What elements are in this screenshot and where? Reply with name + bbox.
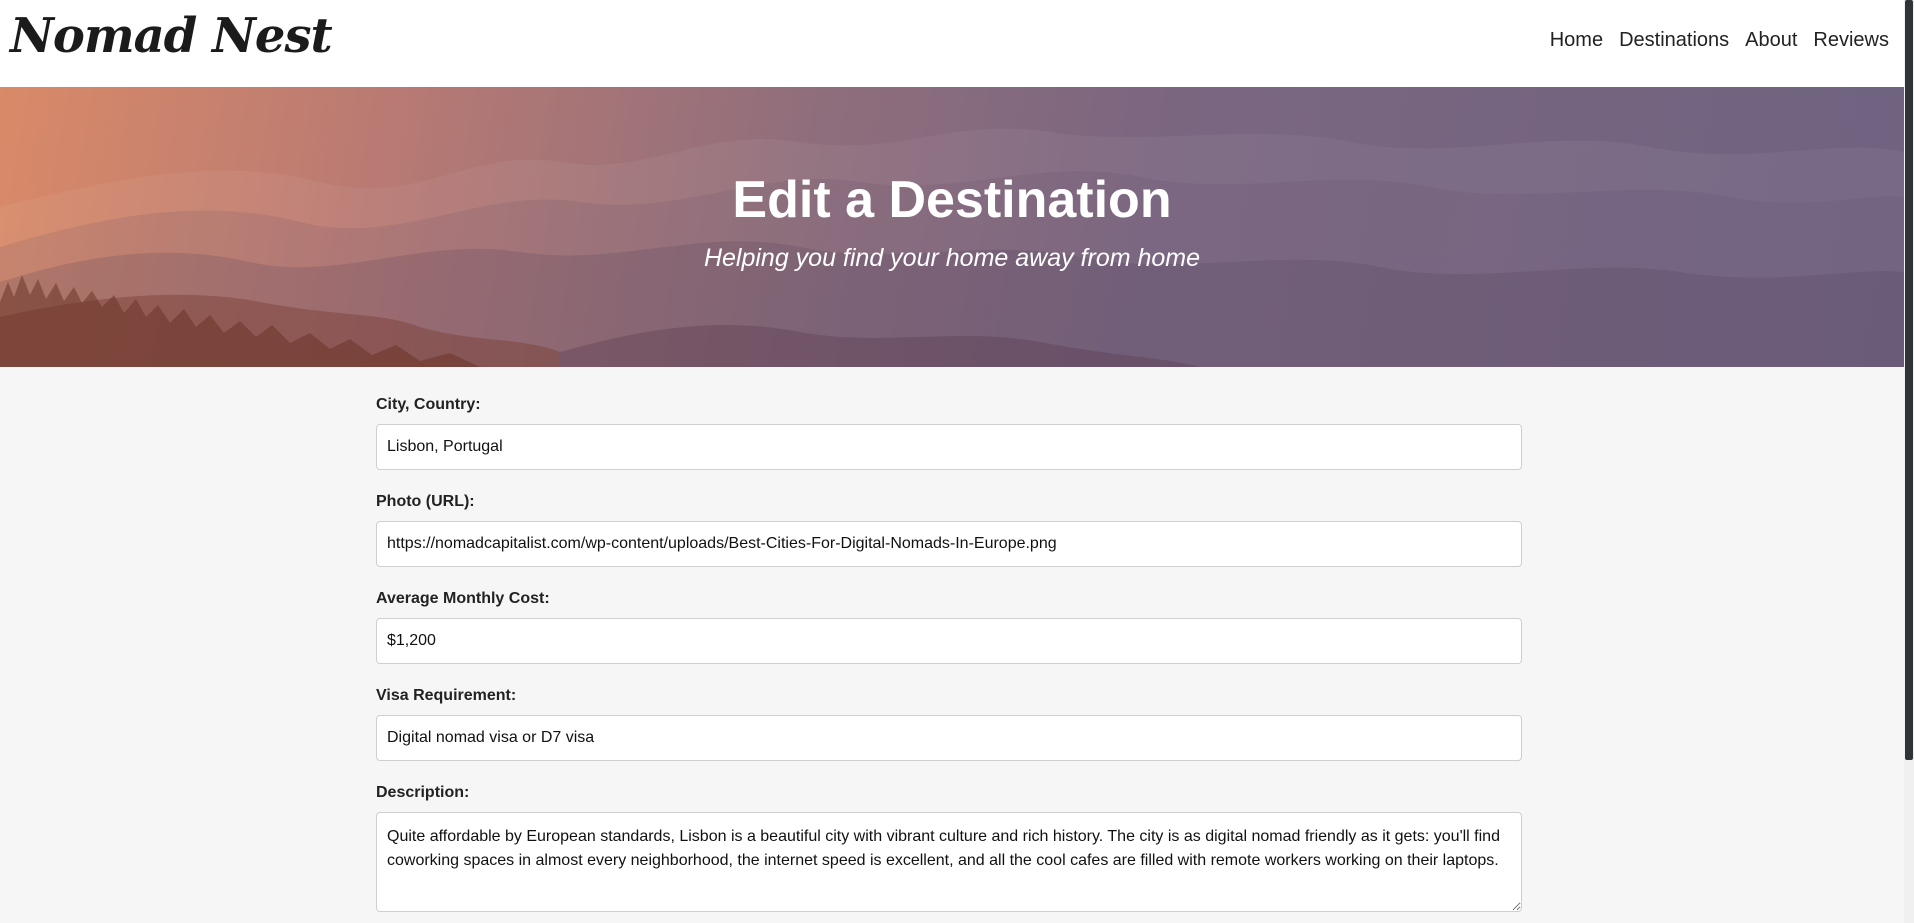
visa-label: Visa Requirement:: [376, 687, 517, 704]
nav-link-home[interactable]: Home: [1550, 27, 1603, 53]
navbar: Nomad Nest Home Destinations About Revie…: [0, 0, 1904, 87]
cost-label: Average Monthly Cost:: [376, 590, 550, 607]
visa-input[interactable]: [376, 715, 1522, 761]
photo-url-input[interactable]: [376, 521, 1522, 567]
nav-link-about[interactable]: About: [1745, 27, 1797, 53]
nav-link-reviews[interactable]: Reviews: [1813, 27, 1889, 53]
photo-label: Photo (URL):: [376, 493, 475, 510]
monthly-cost-input[interactable]: [376, 618, 1522, 664]
description-label: Description:: [376, 784, 470, 801]
hero-banner: Edit a Destination Helping you find your…: [0, 87, 1904, 367]
browser-viewport: Nomad Nest Home Destinations About Revie…: [0, 0, 1914, 923]
scrollbar-thumb[interactable]: [1905, 0, 1913, 760]
description-textarea[interactable]: Quite affordable by European standards, …: [376, 812, 1522, 912]
brand-logo[interactable]: Nomad Nest: [10, 6, 333, 66]
page-scrollbar[interactable]: [1904, 0, 1914, 923]
page-title: Edit a Destination: [732, 171, 1172, 229]
photo-field-group: Photo (URL):: [376, 492, 1522, 567]
page-subtitle: Helping you find your home away from hom…: [703, 244, 1201, 272]
cost-field-group: Average Monthly Cost:: [376, 589, 1522, 664]
city-input[interactable]: [376, 424, 1522, 470]
description-field-group: Description: Quite affordable by Europea…: [376, 783, 1522, 912]
city-field-group: City, Country:: [376, 395, 1522, 470]
nav-links: Home Destinations About Reviews: [1550, 27, 1889, 53]
city-label: City, Country:: [376, 396, 481, 413]
edit-destination-form: City, Country: Photo (URL): Average Mont…: [376, 395, 1522, 923]
nav-link-destinations[interactable]: Destinations: [1619, 27, 1729, 53]
visa-field-group: Visa Requirement:: [376, 686, 1522, 761]
page: Nomad Nest Home Destinations About Revie…: [0, 0, 1904, 923]
